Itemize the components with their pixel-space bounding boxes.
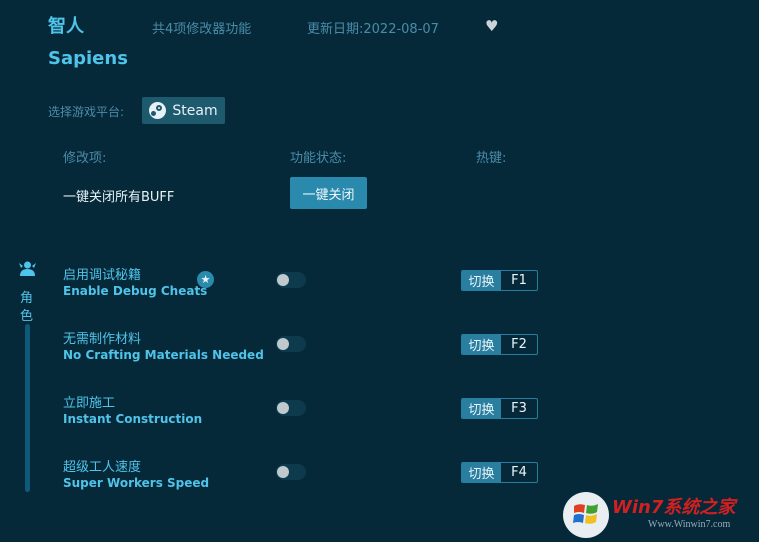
windows-flag-icon — [573, 504, 598, 524]
hotkey-key: F4 — [511, 465, 527, 480]
hotkey-toggle-button[interactable]: 切换 — [462, 271, 501, 290]
star-icon: ★ — [197, 271, 214, 288]
option-name-cn: 超级工人速度 — [63, 460, 142, 475]
hotkey-toggle-button[interactable]: 切换 — [462, 399, 501, 418]
option-toggle[interactable] — [276, 400, 306, 416]
hotkey-key: F1 — [511, 273, 527, 288]
sidebar-scrollbar[interactable] — [25, 324, 30, 492]
toggle-knob — [277, 402, 289, 414]
close-all-buff-label: 一键关闭所有BUFF — [63, 190, 175, 205]
platform-label: 选择游戏平台: — [48, 105, 125, 119]
character-icon — [19, 261, 36, 276]
option-toggle[interactable] — [276, 464, 306, 480]
steam-platform-button[interactable]: Steam — [142, 97, 225, 124]
option-toggle[interactable] — [276, 336, 306, 352]
hotkey-toggle-button[interactable]: 切换 — [462, 463, 501, 482]
close-all-button[interactable]: 一键关闭 — [290, 177, 367, 209]
hotkey-group: 切换 F3 — [461, 398, 538, 419]
steam-icon — [149, 102, 167, 119]
option-toggle[interactable] — [276, 272, 306, 288]
watermark-url: Www.Winwin7.com — [648, 519, 731, 530]
feature-count: 共4项修改器功能 — [152, 22, 252, 37]
column-header-hotkey: 热键: — [476, 151, 507, 166]
watermark-brand: Win7系统之家 — [612, 497, 736, 518]
option-name-en: Super Workers Speed — [63, 476, 210, 490]
hotkey-key: F3 — [511, 401, 527, 416]
toggle-knob — [277, 274, 289, 286]
column-header-option: 修改项: — [63, 151, 107, 166]
option-name-cn: 启用调试秘籍 — [63, 268, 142, 283]
steam-button-label: Steam — [172, 102, 218, 119]
toggle-knob — [277, 466, 289, 478]
hotkey-key: F2 — [511, 337, 527, 352]
option-name-en: No Crafting Materials Needed — [63, 348, 264, 362]
category-char-1[interactable]: 角 — [20, 287, 33, 306]
option-name-cn: 立即施工 — [63, 396, 116, 411]
hotkey-group: 切换 F2 — [461, 334, 538, 355]
hotkey-group: 切换 F4 — [461, 462, 538, 483]
column-header-status: 功能状态: — [290, 151, 347, 166]
toggle-knob — [277, 338, 289, 350]
update-date: 更新日期:2022-08-07 — [307, 22, 439, 37]
game-title-en: Sapiens — [48, 48, 128, 69]
game-title-cn: 智人 — [48, 16, 84, 37]
hotkey-group: 切换 F1 — [461, 270, 538, 291]
category-char-2[interactable]: 色 — [20, 305, 33, 324]
option-name-en: Enable Debug Cheats — [63, 284, 208, 298]
option-name-en: Instant Construction — [63, 412, 203, 426]
heart-icon[interactable]: ♥ — [485, 17, 498, 35]
option-name-cn: 无需制作材料 — [63, 332, 142, 347]
hotkey-toggle-button[interactable]: 切换 — [462, 335, 501, 354]
